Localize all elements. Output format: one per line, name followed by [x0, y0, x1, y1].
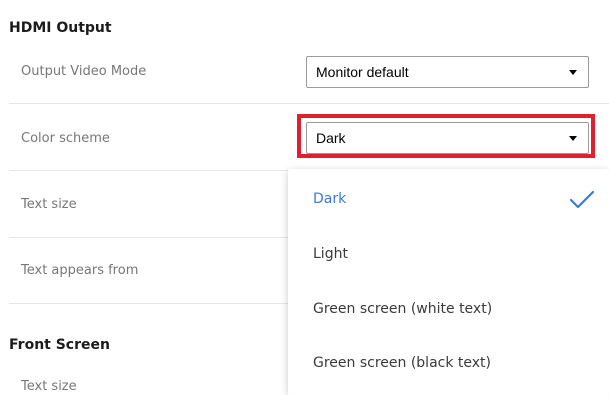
dropdown-option-green-white[interactable]: Green screen (white text): [313, 301, 492, 317]
text-size-label: Text size: [21, 197, 77, 212]
dropdown-option-light[interactable]: Light: [313, 246, 348, 262]
highlight-box: [297, 114, 595, 158]
text-appears-from-label: Text appears from: [21, 263, 139, 278]
output-video-mode-select[interactable]: Monitor default: [306, 56, 589, 88]
divider: [9, 103, 609, 104]
color-scheme-label: Color scheme: [21, 131, 110, 146]
caret-down-icon: [569, 69, 577, 75]
check-icon: [569, 190, 595, 209]
hdmi-output-heading: HDMI Output: [9, 20, 112, 36]
output-video-mode-label: Output Video Mode: [21, 64, 147, 79]
front-screen-heading: Front Screen: [9, 337, 110, 353]
color-scheme-dropdown-menu: Dark Light Green screen (white text) Gre…: [288, 169, 609, 395]
output-video-mode-value: Monitor default: [316, 64, 409, 80]
settings-page: HDMI Output Output Video Mode Monitor de…: [0, 0, 609, 395]
dropdown-option-green-black[interactable]: Green screen (black text): [313, 355, 491, 371]
front-screen-text-size-label: Text size: [21, 379, 77, 394]
dropdown-option-dark[interactable]: Dark: [313, 191, 346, 207]
